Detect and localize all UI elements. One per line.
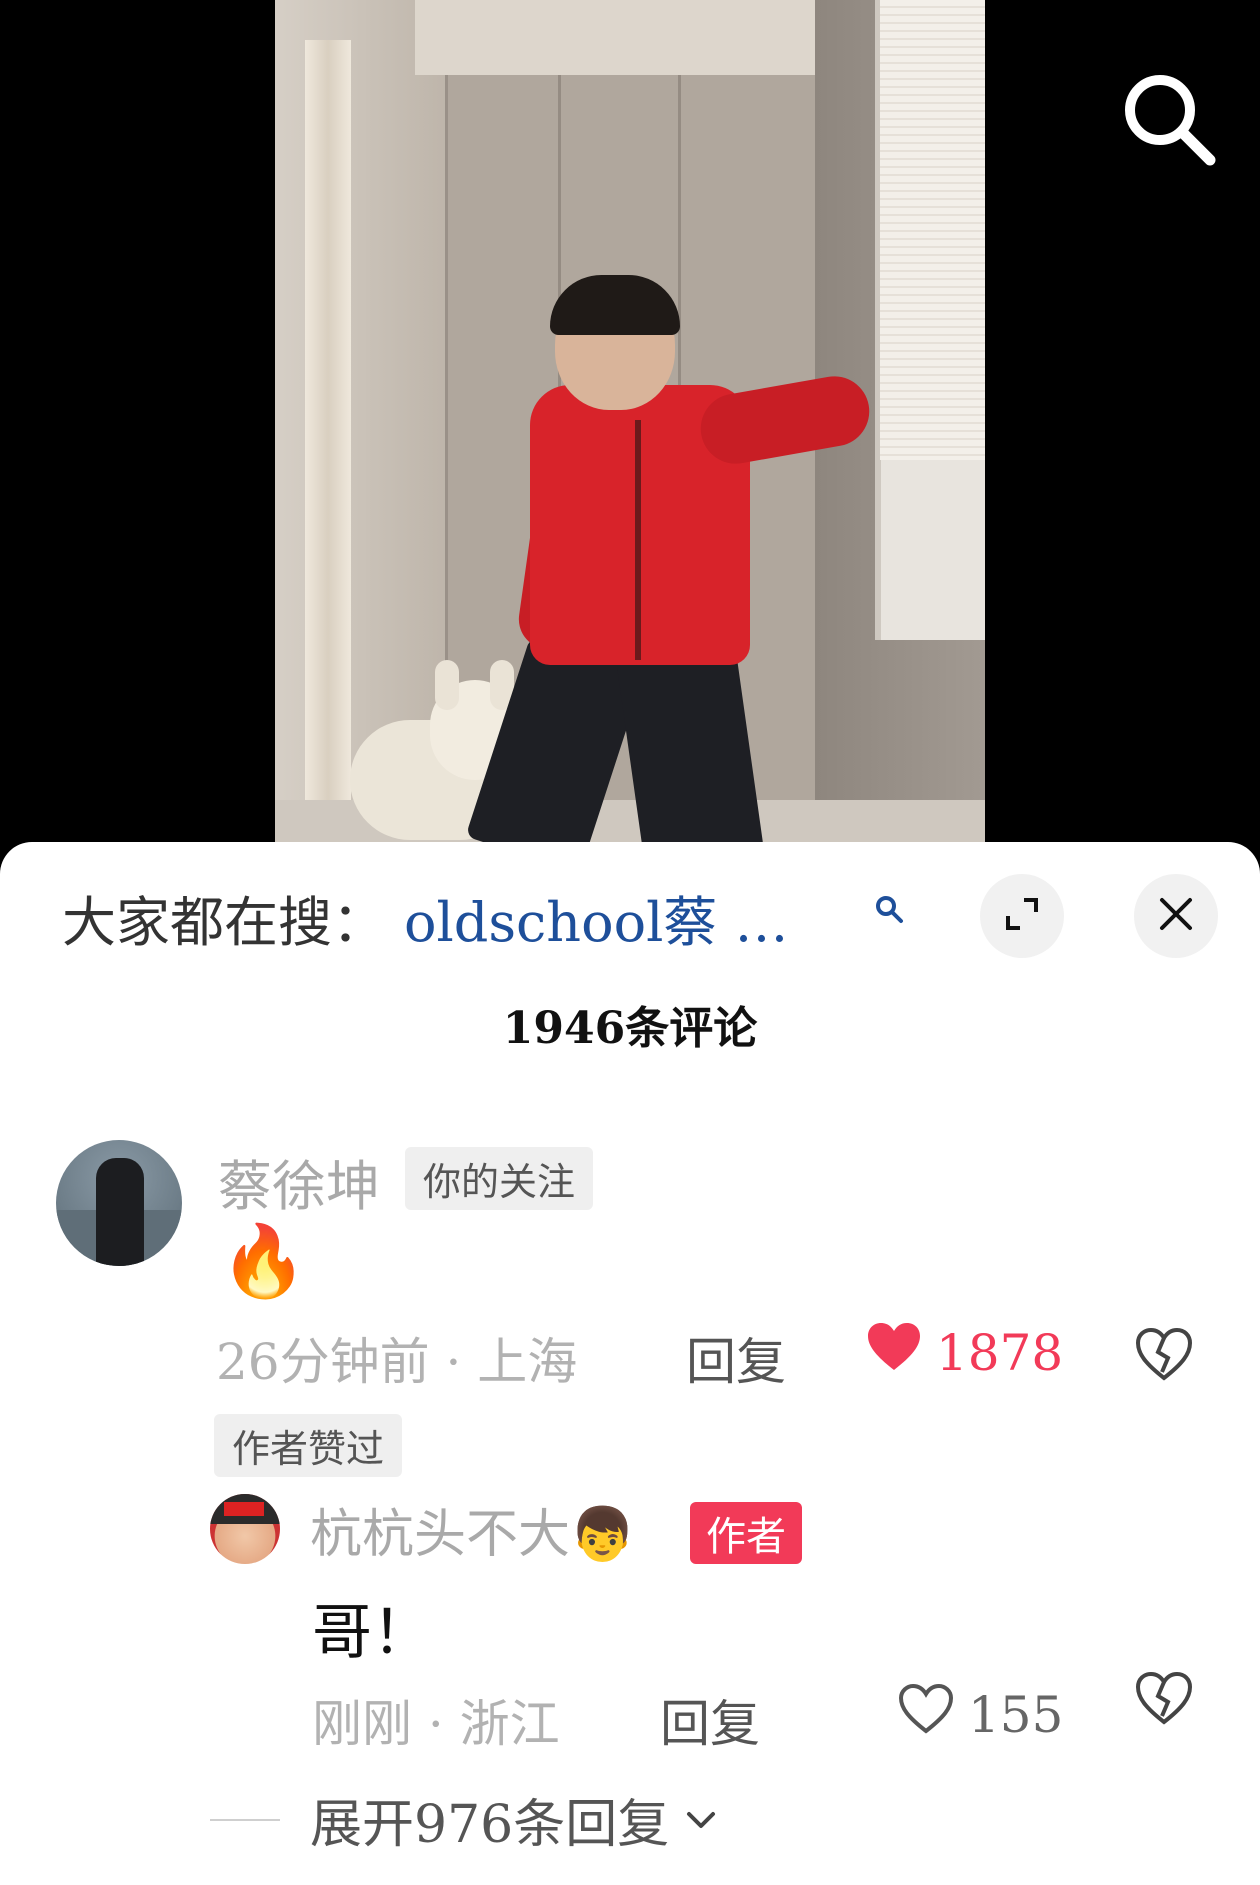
avatar[interactable] xyxy=(56,1140,182,1266)
video-player[interactable] xyxy=(0,0,1260,860)
like-button[interactable]: 1878 xyxy=(866,1322,1063,1384)
search-icon[interactable] xyxy=(1118,68,1218,168)
hot-search-prefix: 大家都在搜： xyxy=(62,890,386,953)
close-icon xyxy=(1158,896,1194,936)
reply-button[interactable]: 回复 xyxy=(660,1684,760,1756)
reply-username[interactable]: 杭杭头不大👦 xyxy=(310,1492,635,1567)
comment-meta: 26分钟前 · 上海 xyxy=(216,1333,578,1391)
author-badge: 作者 xyxy=(690,1502,802,1564)
author-liked-badge: 作者赞过 xyxy=(214,1414,403,1477)
comment-content: 🔥 xyxy=(220,1220,308,1302)
divider xyxy=(210,1818,280,1821)
video-frame xyxy=(275,0,985,860)
like-count: 155 xyxy=(968,1686,1064,1744)
reply-button[interactable]: 回复 xyxy=(686,1322,786,1394)
expand-button[interactable] xyxy=(980,874,1064,958)
follow-badge: 你的关注 xyxy=(405,1147,594,1210)
comments-count-title: 1946条评论 xyxy=(502,1003,758,1054)
expand-replies-button[interactable]: 展开976条回复 xyxy=(210,1782,719,1857)
heart-filled-icon xyxy=(866,1322,936,1384)
expand-icon xyxy=(1002,894,1042,938)
avatar[interactable] xyxy=(210,1494,280,1564)
reply-meta: 刚刚 · 浙江 xyxy=(312,1695,560,1753)
hot-search-query[interactable]: oldschool蔡 … xyxy=(404,882,789,953)
chevron-down-icon xyxy=(683,1802,719,1838)
comment-username[interactable]: 蔡徐坤 xyxy=(218,1142,380,1221)
reply-content: 哥！ xyxy=(312,1598,432,1668)
dislike-icon[interactable] xyxy=(1134,1327,1194,1388)
close-button[interactable] xyxy=(1134,874,1218,958)
search-icon[interactable] xyxy=(874,894,904,924)
dislike-icon[interactable] xyxy=(1134,1671,1194,1732)
heart-outline-icon xyxy=(898,1683,968,1746)
comment-sheet: 大家都在搜： oldschool蔡 … 1946条评论 蔡徐坤 你的关注 🔥 2… xyxy=(0,842,1260,1885)
like-count: 1878 xyxy=(936,1324,1064,1382)
like-button[interactable]: 155 xyxy=(898,1683,1064,1746)
hot-search-bar[interactable]: 大家都在搜： oldschool蔡 … xyxy=(62,882,912,953)
expand-replies-label: 展开976条回复 xyxy=(310,1795,670,1855)
